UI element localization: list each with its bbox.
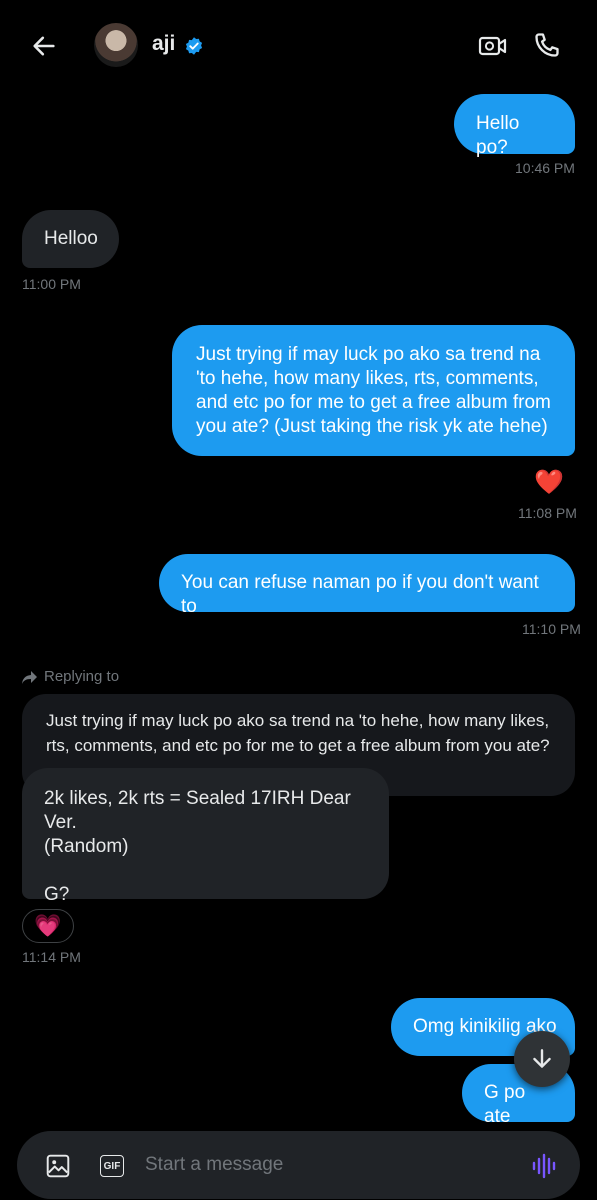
add-image-button[interactable] (42, 1150, 74, 1182)
reply-arrow-icon (21, 670, 38, 690)
message-timestamp: 11:08 PM (518, 505, 577, 521)
phone-icon (535, 33, 559, 57)
message-timestamp: 11:10 PM (522, 621, 581, 637)
pink-heart-reaction[interactable]: 💗 (22, 909, 74, 943)
add-gif-button[interactable]: GIF (96, 1150, 128, 1182)
contact-name[interactable]: aji (152, 32, 175, 56)
video-call-button[interactable] (476, 30, 510, 62)
message-text-line: 2k likes, 2k rts = Sealed 17IRH Dear Ver… (44, 788, 351, 833)
message-timestamp: 11:14 PM (22, 949, 81, 965)
message-text-line: G? (44, 884, 70, 905)
message-bubble[interactable]: Just trying if may luck po ako sa trend … (172, 325, 575, 456)
image-icon (46, 1154, 70, 1178)
reaction-emoji: 💗 (34, 913, 62, 938)
avatar[interactable] (94, 23, 138, 67)
message-bubble[interactable]: Hello po? (454, 94, 575, 158)
gif-icon: GIF (100, 1155, 124, 1177)
voice-waveform-icon (532, 1153, 556, 1179)
message-bubble[interactable]: Helloo (22, 210, 119, 268)
scroll-to-bottom-button[interactable] (514, 1031, 570, 1087)
voice-call-button[interactable] (530, 28, 564, 62)
message-text-line: (Random) (44, 836, 129, 857)
heart-reaction[interactable]: ❤️ (534, 468, 564, 497)
verified-badge-icon (184, 36, 204, 56)
message-input[interactable]: Start a message (145, 1154, 283, 1176)
message-bubble[interactable]: 2k likes, 2k rts = Sealed 17IRH Dear Ver… (22, 768, 389, 905)
message-timestamp: 11:00 PM (22, 276, 81, 292)
arrow-left-icon (33, 36, 55, 56)
video-camera-icon (478, 36, 507, 56)
back-button[interactable] (28, 30, 60, 62)
replying-to-label: Replying to (44, 668, 120, 685)
arrow-down-icon (533, 1049, 551, 1068)
message-timestamp: 10:46 PM (515, 160, 575, 176)
voice-message-button[interactable] (528, 1150, 560, 1182)
message-bubble[interactable]: You can refuse naman po if you don't wan… (159, 554, 575, 617)
